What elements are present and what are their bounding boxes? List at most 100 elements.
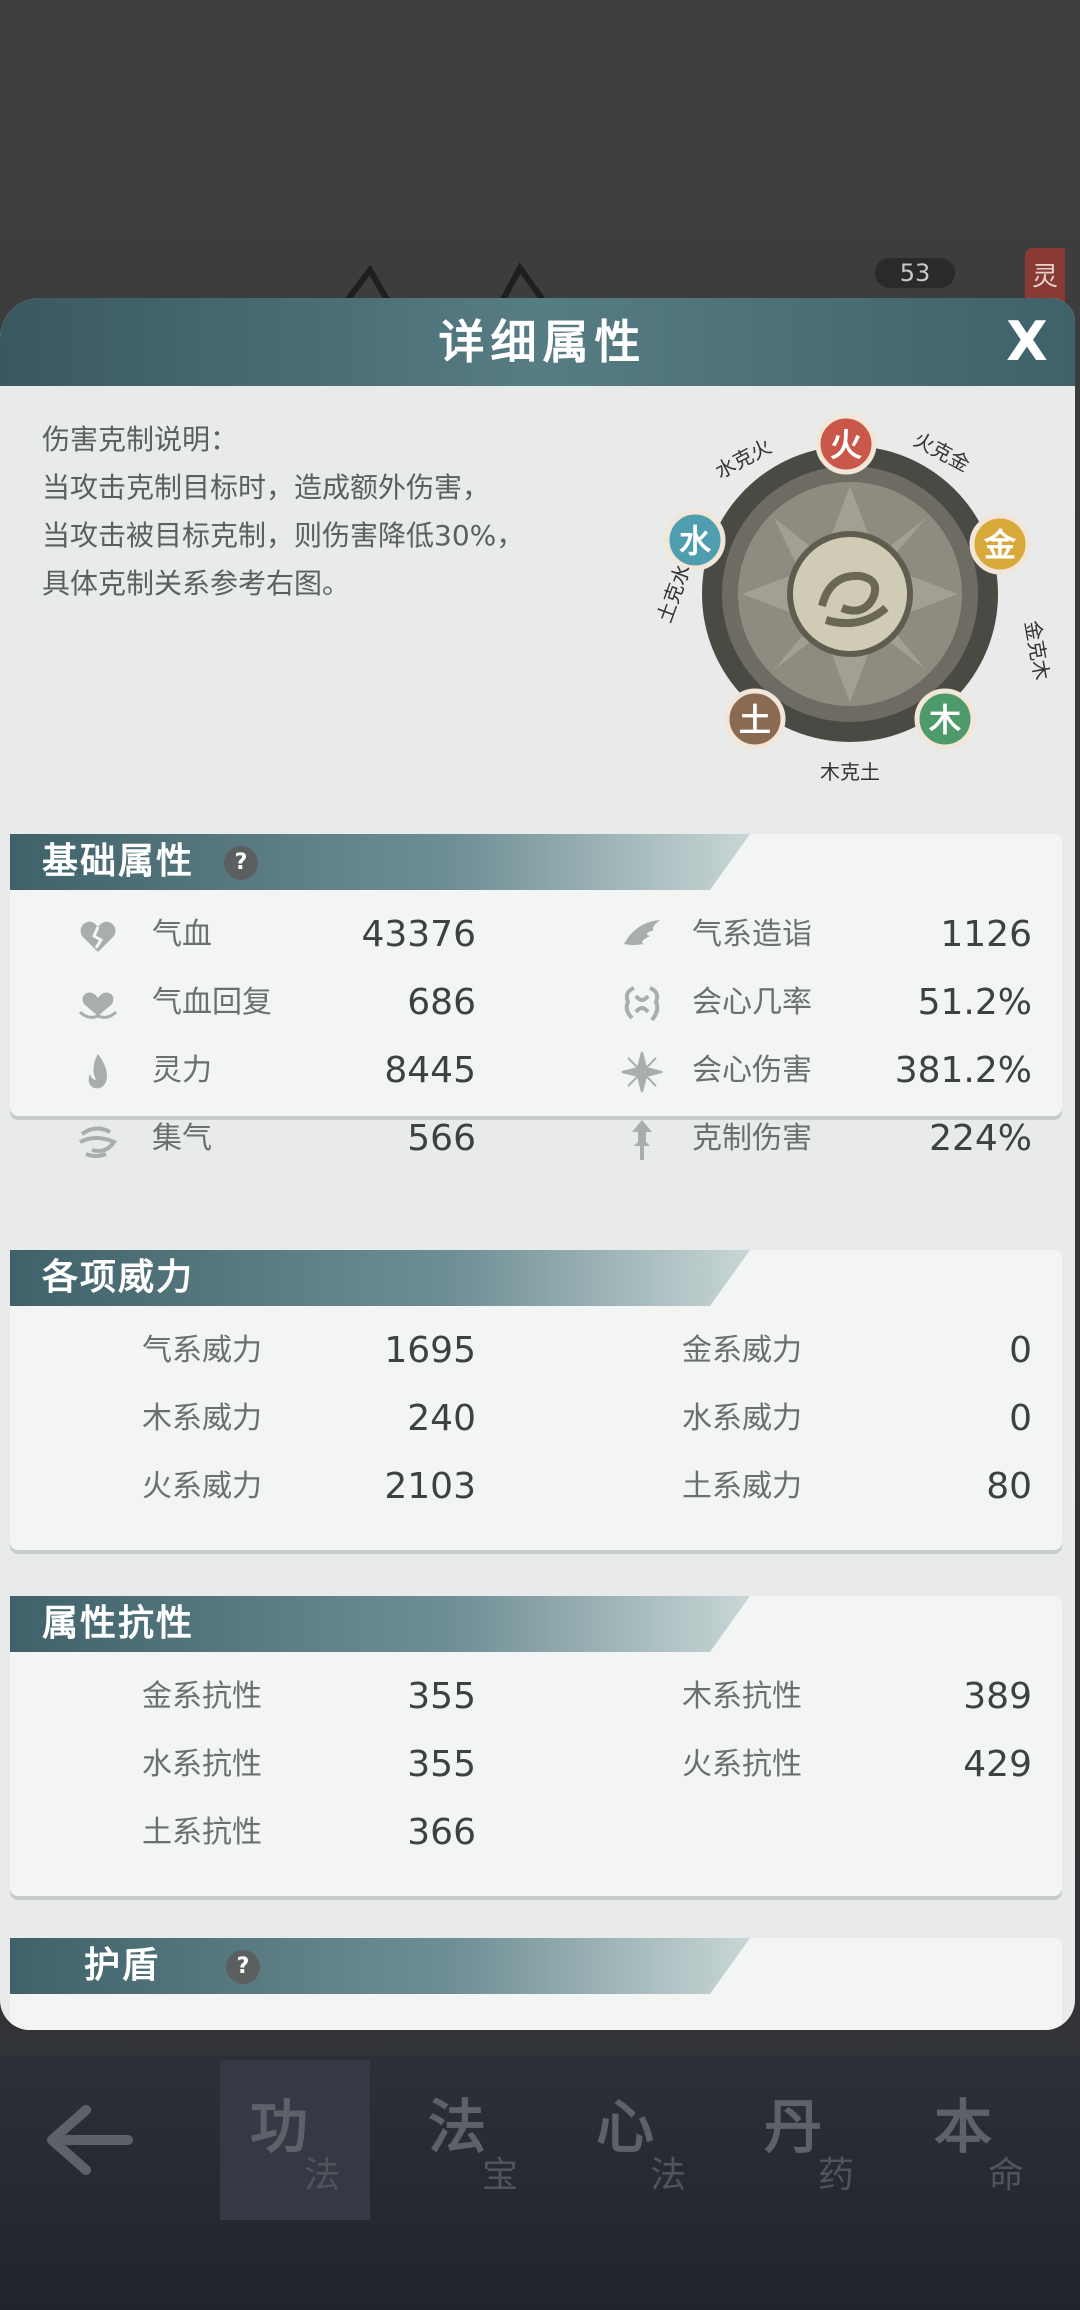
description-line: 当攻击克制目标时，造成额外伤害， xyxy=(42,471,491,504)
stat-value: 51.2% xyxy=(917,982,1032,1023)
stat-row: 火系威力 2103 xyxy=(142,1464,502,1510)
stat-row: 水系威力 0 xyxy=(682,1396,1042,1442)
tab-big-label: 心 xyxy=(596,2093,655,2161)
stat-label: 气系威力 xyxy=(142,1333,262,1368)
section-title: 各项威力 xyxy=(42,1257,195,1298)
stat-label: 金系抗性 xyxy=(142,1679,262,1714)
description-line: 当攻击被目标克制，则伤害降低30%， xyxy=(42,519,525,552)
back-arrow-icon[interactable] xyxy=(40,2100,140,2180)
heart-regen-icon xyxy=(78,992,118,1019)
stat-value: 80 xyxy=(986,1466,1032,1507)
stat-value: 566 xyxy=(407,1118,476,1159)
stat-value: 2103 xyxy=(384,1466,476,1507)
stat-row: 气系造诣 1126 xyxy=(620,912,1040,958)
wheel-center-emblem xyxy=(787,531,913,657)
section-basic-attributes: 基础属性 ? 气血 43376 气血回复 686 灵力 8445 集气 566 … xyxy=(10,834,1062,1160)
element-water: 水 xyxy=(679,522,712,560)
tab-big-label: 本 xyxy=(934,2093,993,2161)
tab-benming[interactable]: 本 命 xyxy=(904,2060,1054,2220)
stat-value: 429 xyxy=(963,1744,1032,1785)
background-level-badge: 53 xyxy=(875,258,955,288)
element-earth-node: 土 xyxy=(724,688,786,750)
stat-row: 灵力 8445 xyxy=(76,1048,496,1094)
stat-row: 木系抗性 389 xyxy=(682,1674,1042,1720)
tab-big-label: 法 xyxy=(428,2093,487,2161)
stat-value: 0 xyxy=(1009,1398,1032,1439)
help-icon[interactable]: ? xyxy=(224,846,258,880)
help-icon[interactable]: ? xyxy=(226,1950,260,1984)
relation-earth-water: 土克水 xyxy=(652,561,695,626)
tab-big-label: 功 xyxy=(250,2093,309,2161)
stat-row: 木系威力 240 xyxy=(142,1396,502,1442)
stat-value: 355 xyxy=(407,1744,476,1785)
stat-label: 克制伤害 xyxy=(692,1121,812,1156)
stat-row: 气血回复 686 xyxy=(76,980,496,1026)
crit-damage-icon xyxy=(621,1051,663,1093)
element-wood: 木 xyxy=(928,701,961,739)
tab-small-label: 命 xyxy=(988,2155,1025,2196)
spirit-flame-icon xyxy=(88,1054,107,1089)
stat-value: 0 xyxy=(1009,1330,1032,1371)
stat-value: 8445 xyxy=(384,1050,476,1091)
stat-label: 灵力 xyxy=(152,1053,212,1088)
stat-label: 气血 xyxy=(152,917,212,952)
stat-label: 火系抗性 xyxy=(682,1747,802,1782)
close-button[interactable]: X xyxy=(991,306,1063,378)
swirl-qi-icon xyxy=(79,1126,117,1158)
element-water-node: 水 xyxy=(664,509,726,571)
tab-gongfa[interactable]: 功 法 xyxy=(220,2060,370,2220)
stat-row: 气系威力 1695 xyxy=(142,1328,502,1374)
stat-value: 224% xyxy=(929,1118,1032,1159)
stat-row: 集气 566 xyxy=(76,1116,496,1162)
description-line: 具体克制关系参考右图。 xyxy=(42,567,351,600)
stat-label: 木系抗性 xyxy=(682,1679,802,1714)
stat-value: 1126 xyxy=(940,914,1032,955)
qi-wing-icon xyxy=(624,920,660,945)
element-metal-node: 金 xyxy=(969,513,1031,575)
section-title: 基础属性 xyxy=(42,841,195,882)
section-header: 属性抗性 xyxy=(10,1596,750,1652)
stat-label: 水系威力 xyxy=(682,1401,802,1436)
stat-label: 土系抗性 xyxy=(142,1815,262,1850)
stat-value: 355 xyxy=(407,1676,476,1717)
stat-label: 水系抗性 xyxy=(142,1747,262,1782)
broken-heart-icon xyxy=(80,921,116,952)
stat-row: 克制伤害 224% xyxy=(620,1116,1040,1162)
tab-xinfa[interactable]: 心 法 xyxy=(566,2060,716,2220)
stat-label: 会心伤害 xyxy=(692,1053,812,1088)
stat-value: 1695 xyxy=(384,1330,476,1371)
section-title: 属性抗性 xyxy=(42,1603,195,1644)
tab-fabao[interactable]: 法 宝 xyxy=(398,2060,548,2220)
stat-row: 会心伤害 381.2% xyxy=(620,1048,1040,1094)
stat-value: 381.2% xyxy=(894,1050,1032,1091)
tab-small-label: 宝 xyxy=(482,2155,519,2196)
stat-label: 火系威力 xyxy=(142,1469,262,1504)
stat-label: 气系造诣 xyxy=(692,917,812,952)
stat-label: 气血回复 xyxy=(152,985,272,1020)
stat-row: 金系抗性 355 xyxy=(142,1674,502,1720)
element-wood-node: 木 xyxy=(914,688,976,750)
stat-row: 会心几率 51.2% xyxy=(620,980,1040,1026)
stat-label: 木系威力 xyxy=(142,1401,262,1436)
tab-small-label: 法 xyxy=(650,2155,687,2196)
element-metal: 金 xyxy=(983,526,1017,564)
tab-danyao[interactable]: 丹 药 xyxy=(734,2060,884,2220)
stat-row: 土系抗性 366 xyxy=(142,1810,502,1856)
stat-row: 火系抗性 429 xyxy=(682,1742,1042,1788)
element-fire: 火 xyxy=(830,426,862,464)
tab-small-label: 药 xyxy=(818,2155,855,2196)
section-header: 基础属性 ? xyxy=(10,834,750,890)
crit-rate-icon xyxy=(624,986,660,1022)
section-element-power: 各项威力 气系威力 1695 木系威力 240 火系威力 2103 金系威力 0… xyxy=(10,1250,1062,1550)
stat-row: 土系威力 80 xyxy=(682,1464,1042,1510)
stat-label: 集气 xyxy=(152,1121,212,1156)
section-element-resistance: 属性抗性 金系抗性 355 水系抗性 355 土系抗性 366 木系抗性 389… xyxy=(10,1596,1062,1896)
stat-value: 686 xyxy=(407,982,476,1023)
stat-value: 366 xyxy=(407,1812,476,1853)
damage-restraint-description: 伤害克制说明： 当攻击克制目标时，造成额外伤害， 当攻击被目标克制，则伤害降低3… xyxy=(42,416,642,608)
stat-value: 240 xyxy=(407,1398,476,1439)
relation-wood-earth: 木克土 xyxy=(820,760,880,784)
stat-label: 金系威力 xyxy=(682,1333,802,1368)
relation-metal-wood: 金克木 xyxy=(1020,619,1050,682)
tab-big-label: 丹 xyxy=(764,2093,823,2161)
